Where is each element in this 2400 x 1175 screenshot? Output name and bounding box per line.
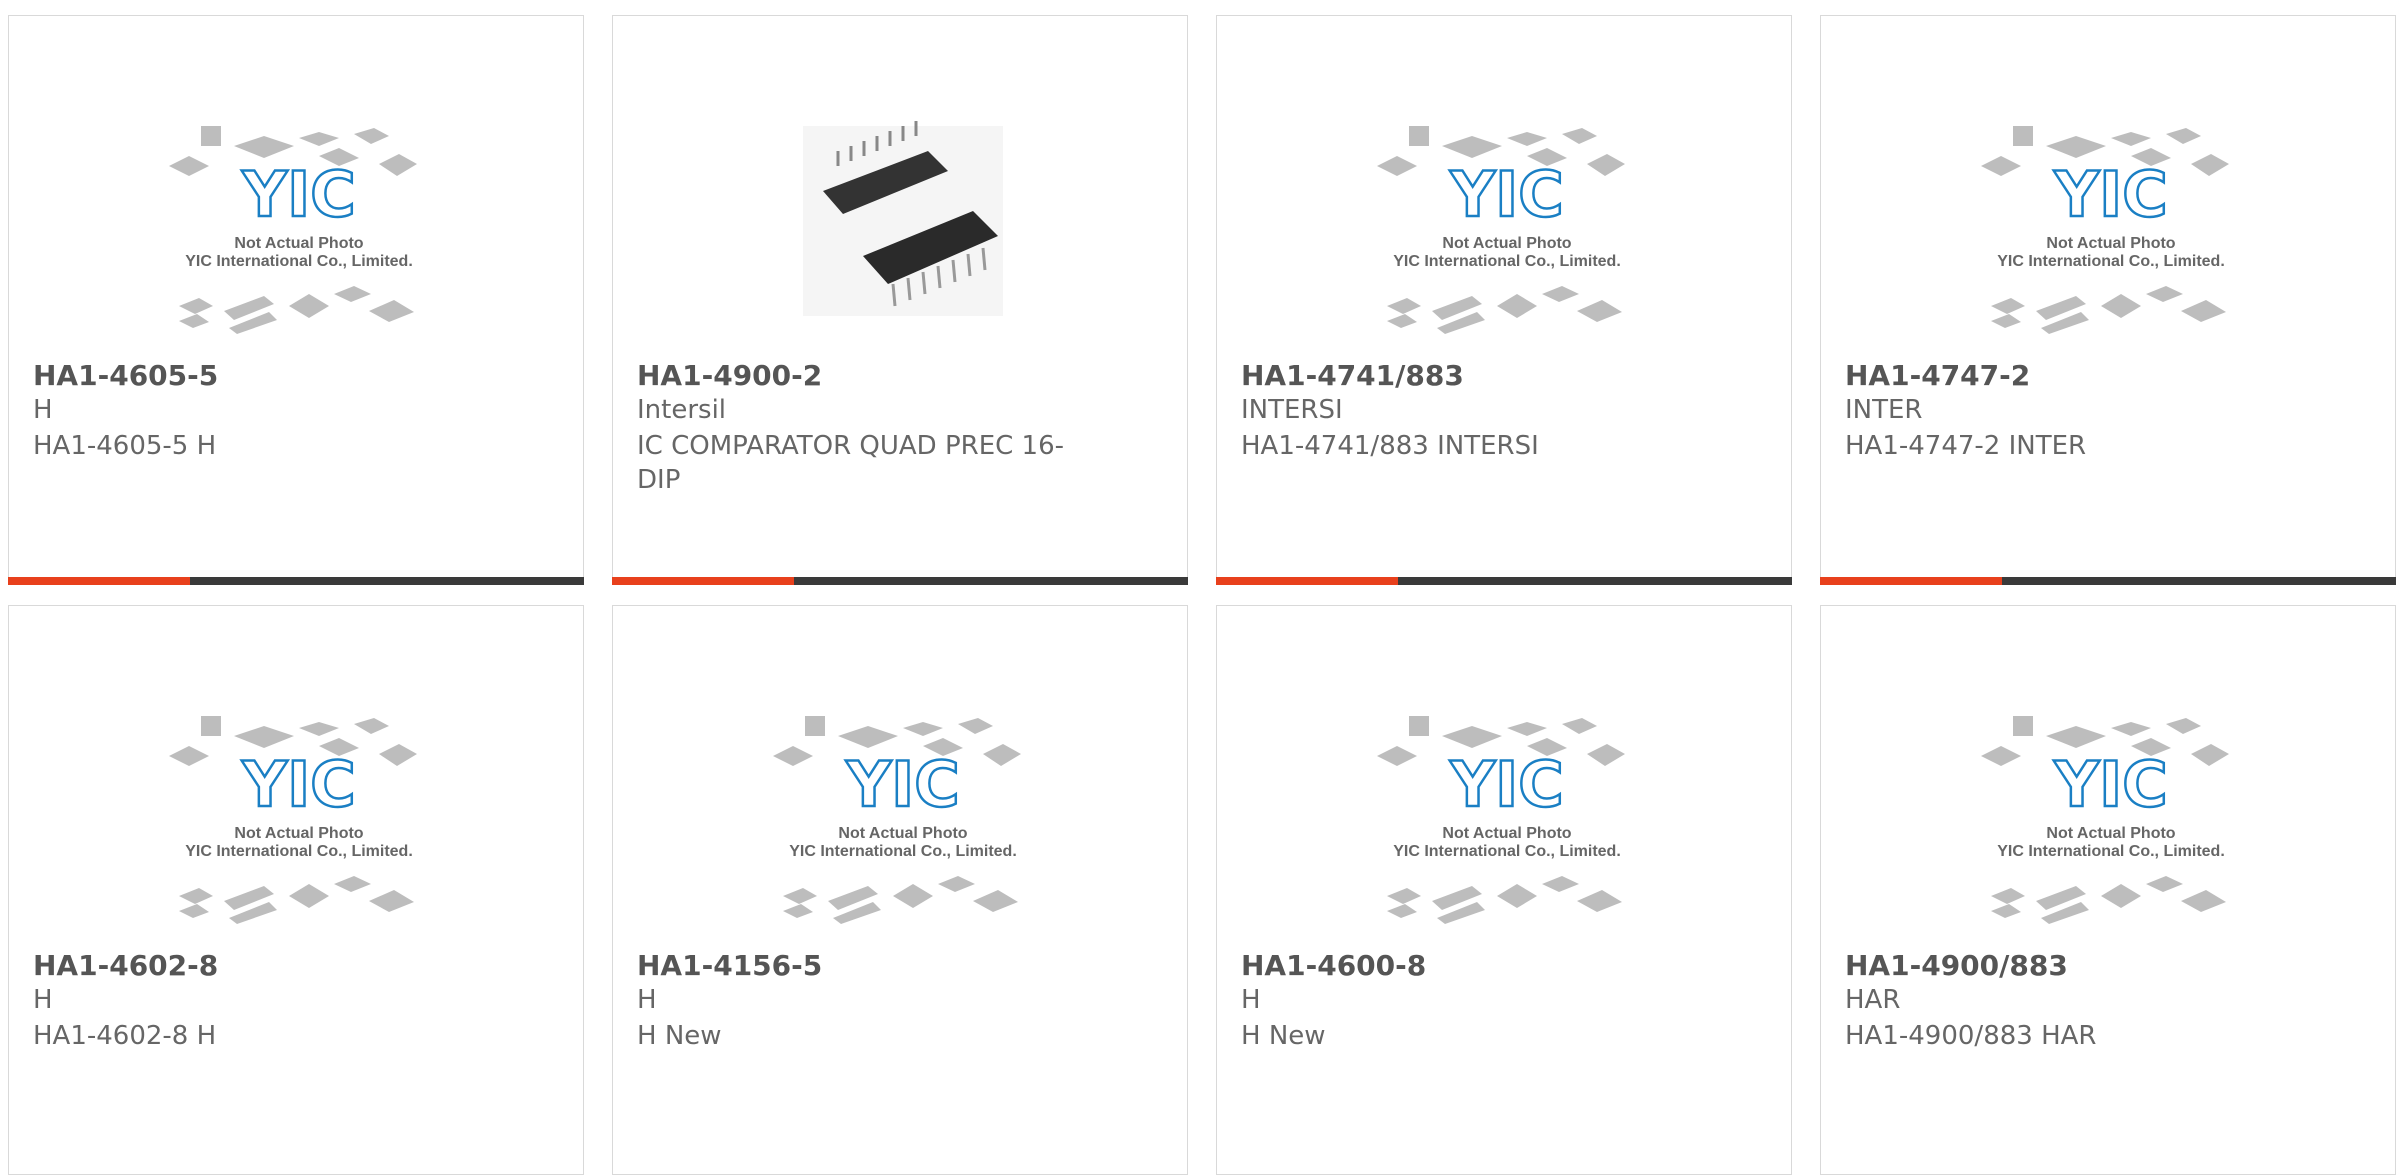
manufacturer: INTERSI [1241, 395, 1343, 425]
part-description: H New [1241, 1021, 1326, 1051]
placeholder-photo-icon: YIC Not Actual Photo YIC International C… [169, 716, 417, 924]
placeholder-line1: Not Actual Photo [234, 825, 363, 842]
product-image[interactable]: YIC Not Actual Photo YIC International C… [139, 106, 459, 366]
product-card[interactable]: YIC Not Actual Photo YIC International C… [1820, 15, 2396, 585]
part-description: H New [637, 1021, 722, 1051]
placeholder-line1: Not Actual Photo [838, 825, 967, 842]
placeholder-line2: YIC International Co., Limited. [1997, 843, 2225, 860]
placeholder-photo-icon: YIC Not Actual Photo YIC International C… [1981, 126, 2229, 334]
part-number[interactable]: HA1-4900/883 [1845, 949, 2068, 982]
product-image[interactable] [743, 106, 1063, 366]
card-bottom-bar [1820, 577, 2396, 585]
product-image[interactable]: YIC Not Actual Photo YIC International C… [1347, 696, 1667, 956]
card-accent-bar [8, 577, 190, 585]
product-image[interactable]: YIC Not Actual Photo YIC International C… [1951, 106, 2271, 366]
card-accent-bar [1216, 577, 1398, 585]
placeholder-photo-icon: YIC Not Actual Photo YIC International C… [1377, 716, 1625, 924]
part-number[interactable]: HA1-4605-5 [33, 359, 218, 392]
manufacturer: H [637, 985, 657, 1015]
part-number[interactable]: HA1-4741/883 [1241, 359, 1464, 392]
product-card[interactable]: YIC Not Actual Photo YIC International C… [8, 605, 584, 1175]
product-card[interactable]: YIC Not Actual Photo YIC International C… [8, 15, 584, 585]
yic-logo: YIC [241, 158, 355, 231]
product-card[interactable]: YIC Not Actual Photo YIC International C… [1216, 605, 1792, 1175]
placeholder-line2: YIC International Co., Limited. [185, 253, 413, 270]
card-accent-bar [1820, 577, 2002, 585]
product-image[interactable]: YIC Not Actual Photo YIC International C… [743, 696, 1063, 956]
part-number[interactable]: HA1-4602-8 [33, 949, 218, 982]
placeholder-line1: Not Actual Photo [1442, 235, 1571, 252]
yic-logo: YIC [2053, 158, 2167, 231]
manufacturer: H [33, 985, 53, 1015]
placeholder-line2: YIC International Co., Limited. [185, 843, 413, 860]
placeholder-line1: Not Actual Photo [1442, 825, 1571, 842]
product-image[interactable]: YIC Not Actual Photo YIC International C… [1347, 106, 1667, 366]
part-number[interactable]: HA1-4747-2 [1845, 359, 2030, 392]
part-number[interactable]: HA1-4156-5 [637, 949, 822, 982]
placeholder-photo-icon: YIC Not Actual Photo YIC International C… [169, 126, 417, 334]
manufacturer: H [1241, 985, 1261, 1015]
card-bottom-bar [1216, 577, 1792, 585]
placeholder-photo-icon: YIC Not Actual Photo YIC International C… [1377, 126, 1625, 334]
placeholder-line1: Not Actual Photo [234, 235, 363, 252]
part-description: IC COMPARATOR QUAD PREC 16-DIP [637, 431, 1065, 495]
manufacturer: H [33, 395, 53, 425]
card-bottom-bar [8, 577, 584, 585]
part-number[interactable]: HA1-4600-8 [1241, 949, 1426, 982]
card-bottom-bar [612, 577, 1188, 585]
manufacturer: HAR [1845, 985, 1901, 1015]
dip-chip-icon [803, 121, 1003, 316]
yic-logo: YIC [241, 748, 355, 821]
yic-logo: YIC [1449, 158, 1563, 231]
product-card[interactable]: YIC Not Actual Photo YIC International C… [1820, 605, 2396, 1175]
placeholder-line2: YIC International Co., Limited. [789, 843, 1017, 860]
placeholder-line2: YIC International Co., Limited. [1997, 253, 2225, 270]
placeholder-line2: YIC International Co., Limited. [1393, 843, 1621, 860]
placeholder-line1: Not Actual Photo [2046, 825, 2175, 842]
placeholder-line2: YIC International Co., Limited. [1393, 253, 1621, 270]
product-image[interactable]: YIC Not Actual Photo YIC International C… [139, 696, 459, 956]
part-description: HA1-4747-2 INTER [1845, 431, 2087, 461]
manufacturer: Intersil [637, 395, 727, 425]
product-card[interactable]: HA1-4900-2 Intersil IC COMPARATOR QUAD P… [612, 15, 1188, 585]
part-description: HA1-4900/883 HAR [1845, 1021, 2097, 1051]
part-description: HA1-4602-8 H [33, 1021, 217, 1051]
product-grid: YIC Not Actual Photo YIC International C… [0, 0, 2400, 1175]
yic-logo: YIC [1449, 748, 1563, 821]
manufacturer: INTER [1845, 395, 1923, 425]
part-description: HA1-4741/883 INTERSI [1241, 431, 1539, 461]
card-accent-bar [612, 577, 794, 585]
product-image[interactable]: YIC Not Actual Photo YIC International C… [1951, 696, 2271, 956]
product-card[interactable]: YIC Not Actual Photo YIC International C… [612, 605, 1188, 1175]
placeholder-photo-icon: YIC Not Actual Photo YIC International C… [773, 716, 1021, 924]
part-number[interactable]: HA1-4900-2 [637, 359, 822, 392]
placeholder-photo-icon: YIC Not Actual Photo YIC International C… [1981, 716, 2229, 924]
yic-logo: YIC [2053, 748, 2167, 821]
yic-logo: YIC [845, 748, 959, 821]
placeholder-line1: Not Actual Photo [2046, 235, 2175, 252]
product-card[interactable]: YIC Not Actual Photo YIC International C… [1216, 15, 1792, 585]
part-description: HA1-4605-5 H [33, 431, 217, 461]
